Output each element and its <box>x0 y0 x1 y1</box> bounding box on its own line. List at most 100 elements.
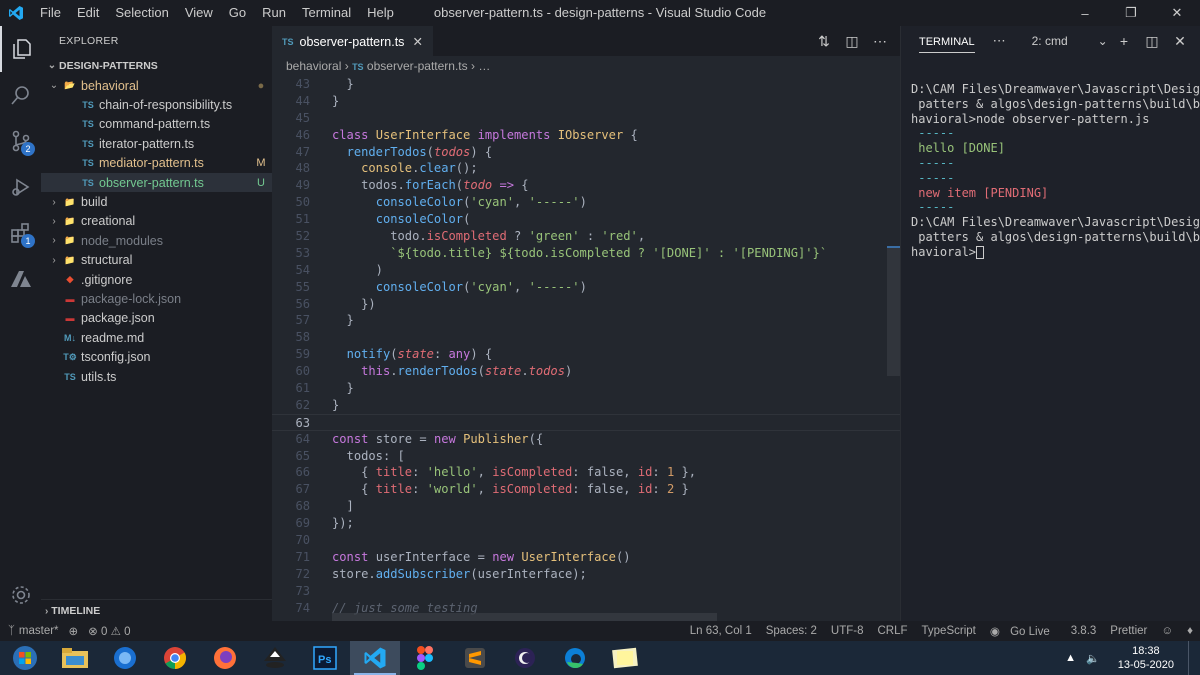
code-line[interactable]: 72 store.addSubscriber(userInterface); <box>272 566 900 583</box>
more-actions-icon[interactable]: ⋯ <box>866 33 894 50</box>
notification-center-icon[interactable] <box>1188 641 1200 675</box>
sublime-text-icon[interactable] <box>450 641 500 675</box>
figma-icon[interactable] <box>400 641 450 675</box>
tree-item-observer-pattern-ts[interactable]: TS observer-pattern.ts U <box>41 172 272 193</box>
code-line[interactable]: 61 } <box>272 380 900 397</box>
tree-item-package-lock-json[interactable]: ▬ package-lock.json <box>41 289 272 308</box>
tree-item-tsconfig-json[interactable]: T⚙ tsconfig.json <box>41 347 272 366</box>
code-line[interactable]: 71 const userInterface = new UserInterfac… <box>272 549 900 566</box>
indentation[interactable]: Spaces: 2 <box>766 625 817 637</box>
menu-item-terminal[interactable]: Terminal <box>294 0 359 26</box>
code-line[interactable]: 58 <box>272 329 900 346</box>
timeline-section[interactable]: › TIMELINE <box>41 599 272 621</box>
edge-icon[interactable] <box>550 641 600 675</box>
tree-item-build[interactable]: › 📁 build <box>41 192 272 211</box>
new-terminal-icon[interactable]: + <box>1110 33 1138 49</box>
eclipse-icon[interactable] <box>500 641 550 675</box>
notifications-icon[interactable]: ♦ <box>1187 625 1193 637</box>
clock[interactable]: 18:38 13-05-2020 <box>1118 644 1174 672</box>
close-icon[interactable]: ✕ <box>1154 0 1200 26</box>
terminal-tab[interactable]: TERMINAL <box>919 36 975 53</box>
extensions-icon[interactable]: 1 <box>0 210 41 256</box>
code-line[interactable]: 54 ) <box>272 262 900 279</box>
settings-gear-icon[interactable] <box>0 572 41 618</box>
source-control-icon[interactable]: 2 <box>0 118 41 164</box>
menu-item-view[interactable]: View <box>177 0 221 26</box>
code-line[interactable]: 60 this.renderTodos(state.todos) <box>272 363 900 380</box>
menu-item-selection[interactable]: Selection <box>107 0 176 26</box>
code-line[interactable]: 45 <box>272 110 900 127</box>
azure-icon[interactable] <box>0 256 41 302</box>
menu-item-go[interactable]: Go <box>221 0 254 26</box>
code-line[interactable]: 46 class UserInterface implements IObserv… <box>272 127 900 144</box>
sticky-notes-icon[interactable] <box>600 641 650 675</box>
tree-item-chain-of-responsibility-ts[interactable]: TS chain-of-responsibility.ts <box>41 95 272 114</box>
code-line[interactable]: 63 <box>272 413 900 431</box>
menu-item-run[interactable]: Run <box>254 0 294 26</box>
code-line[interactable]: 55 consoleColor('cyan', '-----') <box>272 279 900 296</box>
close-panel-icon[interactable]: ✕ <box>1166 33 1194 50</box>
terminal-output[interactable]: D:\CAM Files\Dreamwaver\Javascript\Desig… <box>901 56 1200 260</box>
terminal-selector[interactable]: 2: cmd ⌄ <box>1026 31 1114 51</box>
language-mode[interactable]: TypeScript <box>922 625 976 637</box>
volume-icon[interactable]: 🔈 <box>1086 652 1100 665</box>
tree-item-structural[interactable]: › 📁 structural <box>41 251 272 270</box>
code-line[interactable]: 48 console.clear(); <box>272 160 900 177</box>
minimize-icon[interactable]: – <box>1062 0 1108 26</box>
tree-item-package-json[interactable]: ▬ package.json <box>41 309 272 328</box>
tree-item-mediator-pattern-ts[interactable]: TS mediator-pattern.ts M <box>41 154 272 173</box>
tree-item-creational[interactable]: › 📁 creational <box>41 212 272 231</box>
firefox-developer-icon[interactable] <box>100 641 150 675</box>
chrome-icon[interactable] <box>150 641 200 675</box>
tree-item-command-pattern-ts[interactable]: TS command-pattern.ts <box>41 115 272 134</box>
code-editor[interactable]: 43 } 44} 45 46 class UserInterface implement… <box>272 76 900 621</box>
split-terminal-icon[interactable]: ◫ <box>1138 33 1166 50</box>
end-of-line[interactable]: CRLF <box>877 625 907 637</box>
photoshop-icon[interactable]: Ps <box>300 641 350 675</box>
code-line[interactable]: 50 consoleColor('cyan', '-----') <box>272 194 900 211</box>
breadcrumb-more[interactable]: … <box>478 59 490 73</box>
breadcrumb-folder[interactable]: behavioral <box>286 59 341 73</box>
vertical-scrollbar[interactable] <box>887 246 900 376</box>
encoding[interactable]: UTF-8 <box>831 625 864 637</box>
code-line[interactable]: 59 notify(state: any) { <box>272 346 900 363</box>
search-icon[interactable] <box>0 72 41 118</box>
menu-item-help[interactable]: Help <box>359 0 402 26</box>
tree-item--gitignore[interactable]: ◆ .gitignore <box>41 270 272 289</box>
code-line[interactable]: 65 todos: [ <box>272 448 900 465</box>
code-line[interactable]: 66 { title: 'hello', isCompleted: false,… <box>272 464 900 481</box>
menu-item-edit[interactable]: Edit <box>69 0 107 26</box>
vscode-taskbar-icon[interactable] <box>350 641 400 675</box>
code-line[interactable]: 56 }) <box>272 296 900 313</box>
code-line[interactable]: 57 } <box>272 312 900 329</box>
explorer-icon[interactable] <box>0 26 41 72</box>
tree-item-utils-ts[interactable]: TS utils.ts <box>41 367 272 386</box>
more-icon[interactable]: ⋯ <box>993 33 1006 49</box>
close-tab-icon[interactable]: ✕ <box>412 34 422 49</box>
code-line[interactable]: 47 renderTodos(todos) { <box>272 144 900 161</box>
code-line[interactable]: 51 consoleColor( <box>272 211 900 228</box>
tree-item-behavioral[interactable]: ⌄ 📂 behavioral ● <box>41 76 272 95</box>
inkscape-icon[interactable] <box>250 641 300 675</box>
git-branch[interactable]: master* <box>19 625 59 637</box>
code-line[interactable]: 73 <box>272 583 900 600</box>
problems-count[interactable]: ⊗ 0 ⚠ 0 <box>88 624 130 638</box>
code-line[interactable]: 70 <box>272 532 900 549</box>
code-line[interactable]: 64 const store = new Publisher({ <box>272 431 900 448</box>
tab-observer-pattern[interactable]: TS observer-pattern.ts ✕ <box>272 26 433 56</box>
code-line[interactable]: 67 { title: 'world', isCompleted: false,… <box>272 481 900 498</box>
code-line[interactable]: 53 `${todo.title} ${todo.isCompleted ? '… <box>272 245 900 262</box>
code-line[interactable]: 44} <box>272 93 900 110</box>
breadcrumb-file[interactable]: observer-pattern.ts <box>367 59 468 73</box>
code-line[interactable]: 52 todo.isCompleted ? 'green' : 'red', <box>272 228 900 245</box>
workspace-root[interactable]: ⌄ DESIGN-PATTERNS <box>41 56 272 76</box>
horizontal-scrollbar[interactable] <box>332 613 717 621</box>
prettier-status[interactable]: Prettier <box>1110 625 1147 637</box>
run-debug-icon[interactable] <box>0 164 41 210</box>
menu-item-file[interactable]: File <box>32 0 69 26</box>
firefox-icon[interactable] <box>200 641 250 675</box>
typescript-version[interactable]: 3.8.3 <box>1071 625 1097 637</box>
feedback-icon[interactable]: ☺ <box>1161 625 1173 637</box>
tree-item-readme-md[interactable]: M↓ readme.md <box>41 328 272 347</box>
code-line[interactable]: 49 todos.forEach(todo => { <box>272 177 900 194</box>
